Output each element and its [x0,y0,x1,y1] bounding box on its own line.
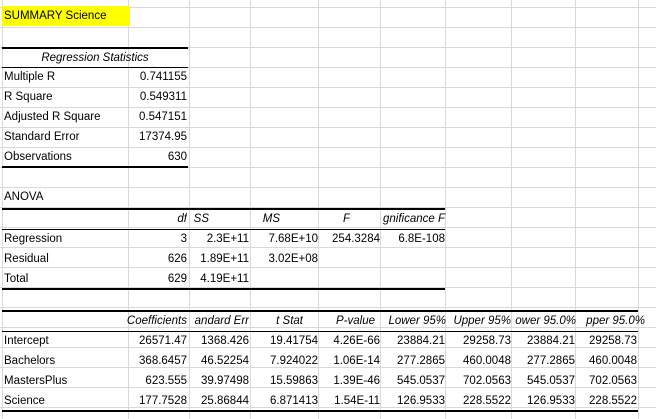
anova-df-total[interactable]: 629 [128,269,187,289]
coef-header-coefficients[interactable]: Coefficients [118,311,187,331]
coef-mastersplus-lower-95-0[interactable]: 545.0537 [511,371,575,391]
coef-label-science[interactable]: Science [4,391,124,411]
coef-science-std-err[interactable]: 25.86844 [189,391,249,411]
coef-intercept-upper-95[interactable]: 29258.73 [445,331,511,351]
regstats-label-r-square[interactable]: R Square [4,87,128,107]
coef-header-lower-95[interactable]: Lower 95% [378,311,446,331]
anova-header-ms[interactable]: MS [250,209,280,229]
anova-top-rule [2,208,445,210]
anova-ms-regression[interactable]: 7.68E+10 [250,229,318,249]
regstats-header[interactable]: Regression Statistics [2,48,188,68]
coef-label-intercept[interactable]: Intercept [4,331,124,351]
coef-header-upper-95-0[interactable]: pper 95.0% [575,311,645,331]
anova-df-residual[interactable]: 626 [128,249,187,269]
anova-header-f[interactable]: F [310,209,350,229]
regstats-label-observations[interactable]: Observations [4,147,128,167]
regstats-label-adj-r-square[interactable]: Adjusted R Square [4,107,128,127]
coef-label-bachelors[interactable]: Bachelors [4,351,124,371]
anova-header-ss[interactable]: SS [189,209,209,229]
regstats-label-multiple-r[interactable]: Multiple R [4,67,128,87]
coef-bachelors-upper-95[interactable]: 460.0048 [445,351,511,371]
coef-mastersplus-lower-95[interactable]: 545.0537 [380,371,445,391]
coef-mastersplus-std-err[interactable]: 39.97498 [189,371,249,391]
coef-mastersplus-coefficient[interactable]: 623.555 [128,371,187,391]
coef-bachelors-p-value[interactable]: 1.06E-14 [318,351,380,371]
coef-science-upper-95[interactable]: 228.5522 [445,391,511,411]
regstats-value-adj-r-square[interactable]: 0.547151 [128,107,187,127]
coef-mastersplus-upper-95-0[interactable]: 702.0563 [575,371,637,391]
anova-title[interactable]: ANOVA [4,187,104,207]
regstats-value-multiple-r[interactable]: 0.741155 [128,67,187,87]
anova-f-regression[interactable]: 254.3284 [318,229,380,249]
coef-mastersplus-p-value[interactable]: 1.39E-46 [318,371,380,391]
coef-bachelors-lower-95[interactable]: 277.2865 [380,351,445,371]
anova-ms-residual[interactable]: 3.02E+08 [250,249,318,269]
regstats-value-std-error[interactable]: 17374.95 [128,127,187,147]
coef-intercept-t-stat[interactable]: 19.41754 [250,331,318,351]
anova-header-significance-f[interactable]: gnificance F [383,209,453,229]
anova-label-residual[interactable]: Residual [4,249,124,269]
coef-bottom-rule [2,410,638,412]
coef-bachelors-t-stat[interactable]: 7.924022 [250,351,318,371]
regstats-value-observations[interactable]: 630 [128,147,187,167]
anova-ss-residual[interactable]: 1.89E+11 [189,249,249,269]
anova-label-total[interactable]: Total [4,269,124,289]
anova-sig-regression[interactable]: 6.8E-108 [380,229,445,249]
summary-title-cell[interactable]: SUMMARY Science [2,6,130,26]
coef-intercept-std-err[interactable]: 1368.426 [189,331,249,351]
coef-header-t-stat[interactable]: t Stat [250,311,303,331]
anova-ss-regression[interactable]: 2.3E+11 [189,229,249,249]
coef-intercept-lower-95[interactable]: 23884.21 [380,331,445,351]
coef-science-coefficient[interactable]: 177.7528 [128,391,187,411]
coef-mastersplus-upper-95[interactable]: 702.0563 [445,371,511,391]
coef-science-upper-95-0[interactable]: 228.5522 [575,391,637,411]
coef-science-p-value[interactable]: 1.54E-11 [318,391,380,411]
coef-intercept-coefficient[interactable]: 26571.47 [128,331,187,351]
anova-df-regression[interactable]: 3 [128,229,187,249]
coef-header-p-value[interactable]: P-value [318,311,375,331]
regstats-value-r-square[interactable]: 0.549311 [128,87,187,107]
anova-label-regression[interactable]: Regression [4,229,124,249]
coef-science-t-stat[interactable]: 6.871413 [250,391,318,411]
anova-ss-total[interactable]: 4.19E+11 [189,269,249,289]
coef-intercept-p-value[interactable]: 4.26E-66 [318,331,380,351]
coef-intercept-lower-95-0[interactable]: 23884.21 [511,331,575,351]
coef-bachelors-coefficient[interactable]: 368.6457 [128,351,187,371]
coef-bachelors-upper-95-0[interactable]: 460.0048 [575,351,637,371]
coef-intercept-upper-95-0[interactable]: 29258.73 [575,331,637,351]
coef-mastersplus-t-stat[interactable]: 15.59863 [250,371,318,391]
coef-science-lower-95[interactable]: 126.9533 [380,391,445,411]
regstats-label-std-error[interactable]: Standard Error [4,127,128,147]
regstats-bottom-rule [2,166,188,168]
coef-bachelors-lower-95-0[interactable]: 277.2865 [511,351,575,371]
anova-header-df[interactable]: df [128,209,187,229]
coef-header-lower-95-0[interactable]: ower 95.0% [509,311,576,331]
coef-science-lower-95-0[interactable]: 126.9533 [511,391,575,411]
coef-header-std-err[interactable]: andard Err [189,311,249,331]
coef-bachelors-std-err[interactable]: 46.52254 [189,351,249,371]
coef-header-upper-95[interactable]: Upper 95% [445,311,511,331]
coef-label-mastersplus[interactable]: MastersPlus [4,371,124,391]
anova-bottom-rule [2,288,445,290]
